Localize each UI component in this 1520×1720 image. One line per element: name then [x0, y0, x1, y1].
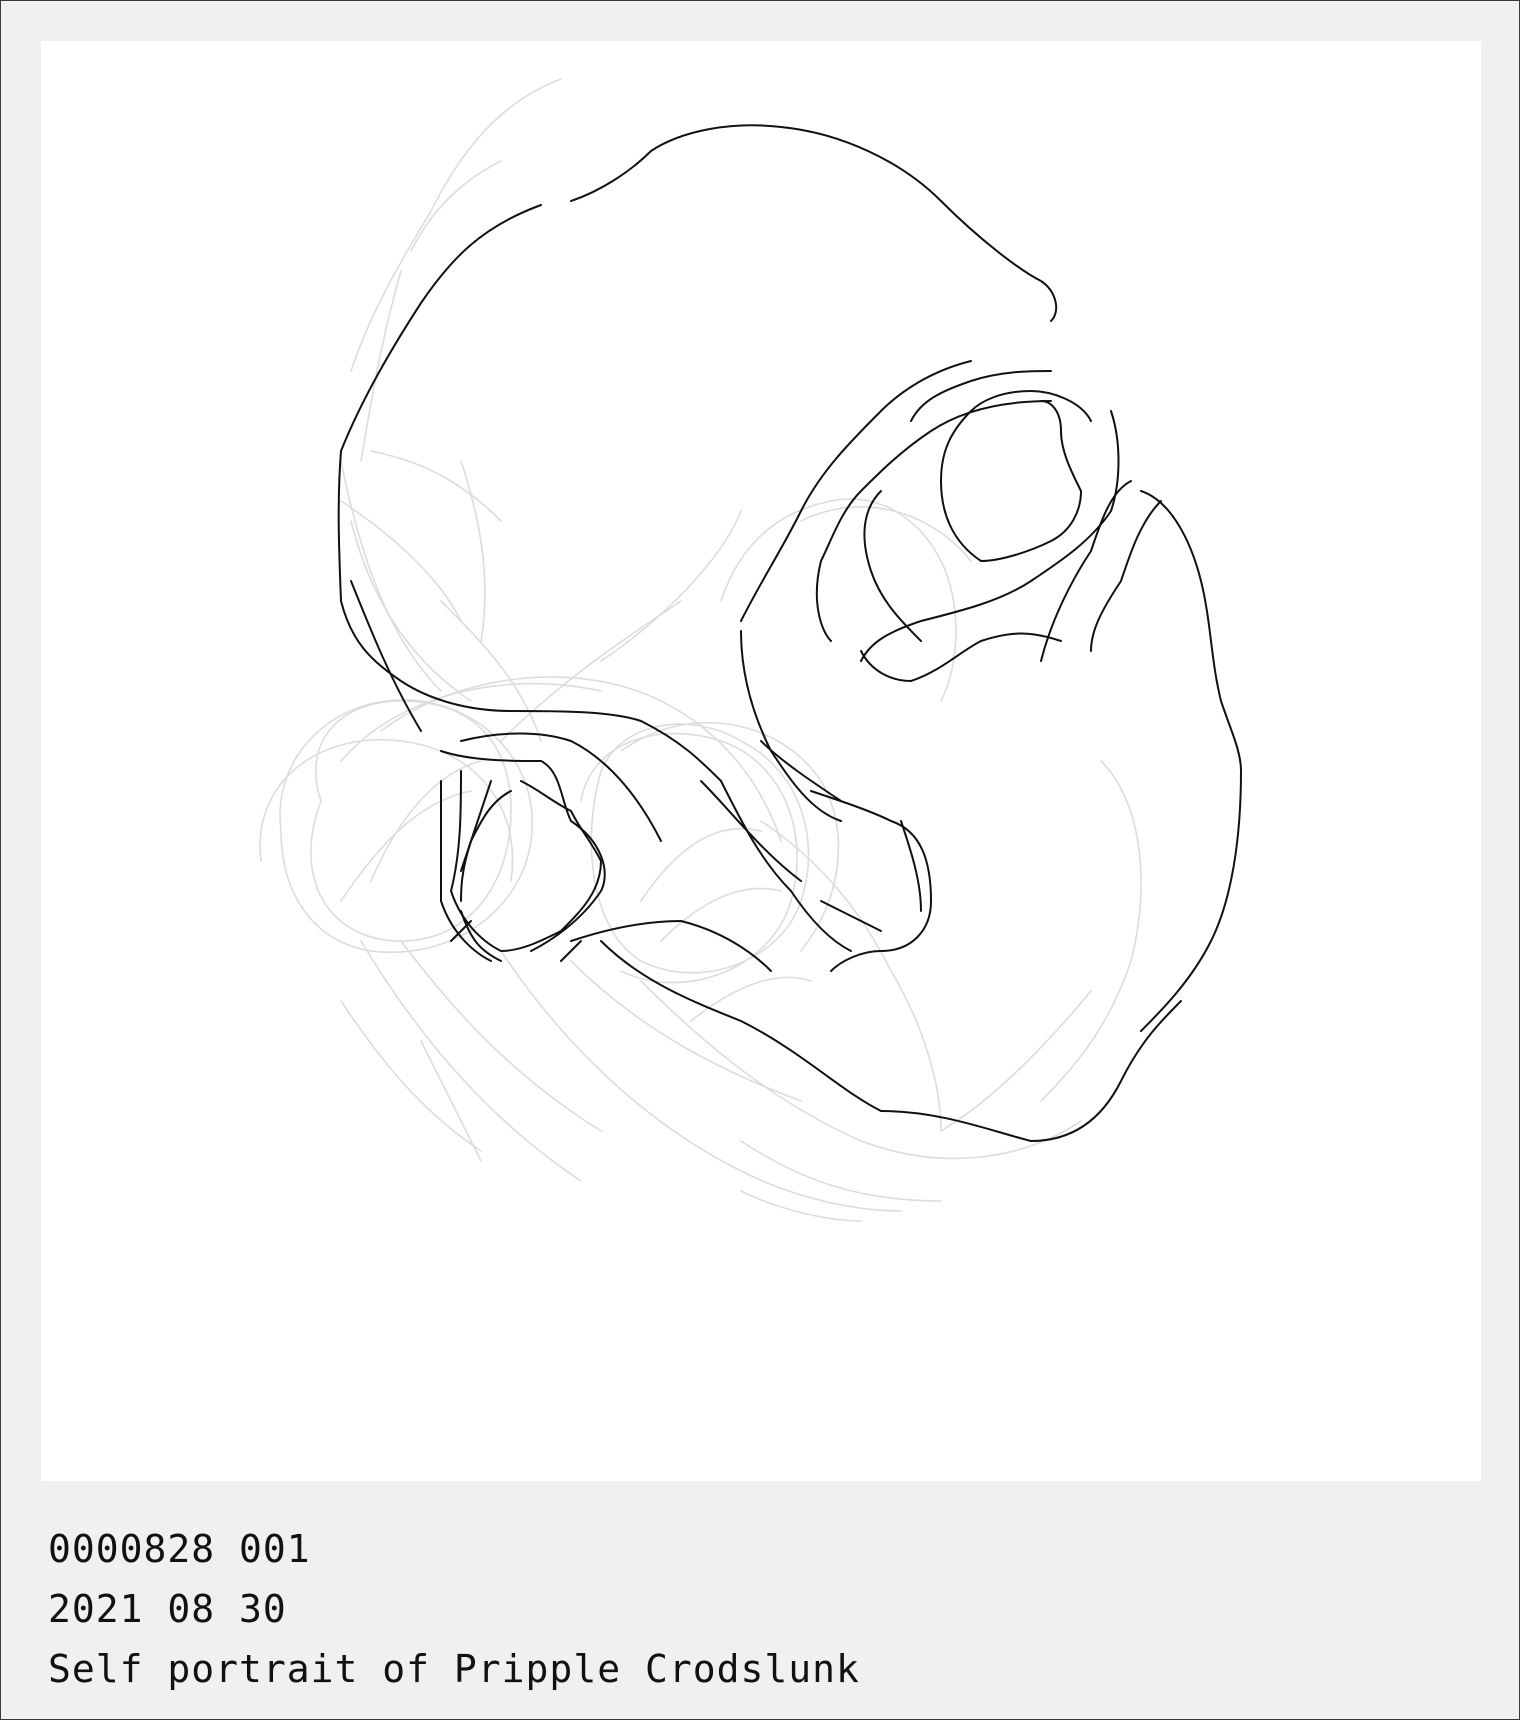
sketch-guidelines: [259, 78, 1142, 1222]
card-frame: 0000828 001 2021 08 30 Self portrait of …: [0, 0, 1520, 1720]
ink-contours: [337, 124, 1242, 1142]
date-text: 2021 08 30: [48, 1587, 287, 1631]
portrait-title: Self portrait of Pripple Crodslunk: [48, 1647, 860, 1691]
portrait-drawing: [259, 78, 1242, 1222]
caption-block: 0000828 001 2021 08 30 Self portrait of …: [48, 1519, 860, 1699]
catalog-id: 0000828 001: [48, 1527, 311, 1571]
drawing-canvas: [41, 41, 1481, 1481]
